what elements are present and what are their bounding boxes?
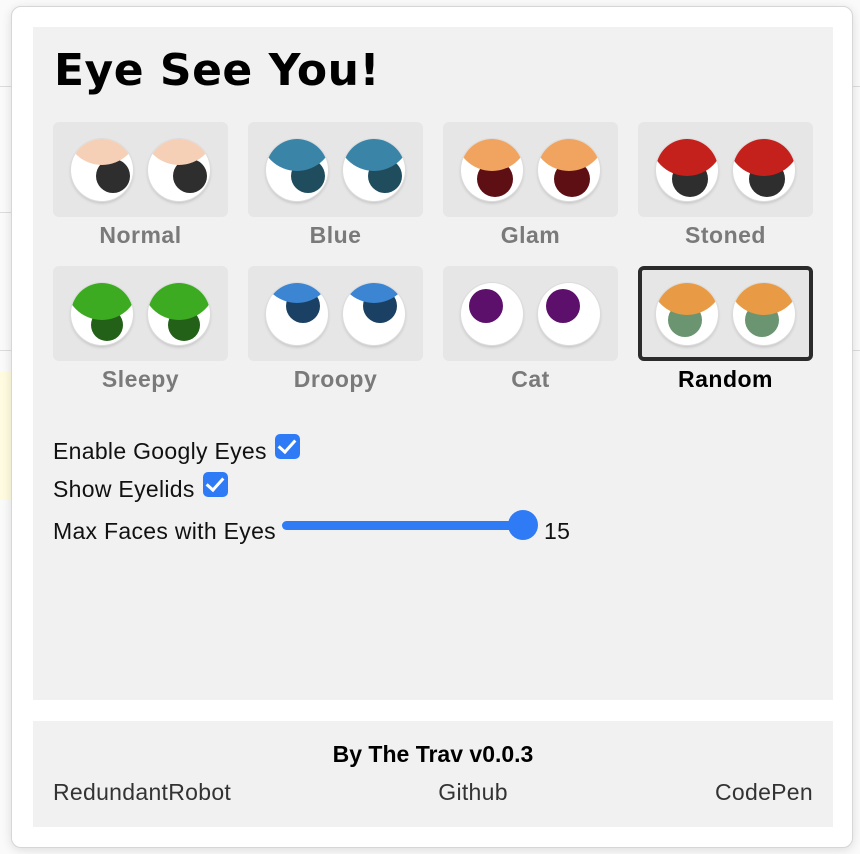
eye-icon xyxy=(266,282,328,345)
eye-style-label: Blue xyxy=(309,222,362,248)
eye-style-option-stoned[interactable]: Stoned xyxy=(638,122,813,253)
eye-icon xyxy=(656,282,718,345)
eye-style-label: Normal xyxy=(99,222,182,248)
googly-eyes-checkbox[interactable] xyxy=(274,433,300,459)
page-title: Eye See You! xyxy=(54,45,381,96)
codepen-link[interactable]: CodePen xyxy=(715,779,813,806)
eye-preview xyxy=(248,122,423,217)
checkmark-icon xyxy=(277,434,297,454)
eye-preview xyxy=(443,122,618,217)
checkmark-icon xyxy=(205,472,225,492)
eye-preview xyxy=(638,266,813,361)
eye-style-label: Cat xyxy=(511,366,550,392)
eyelid-icon xyxy=(148,138,210,165)
pupil-icon xyxy=(469,288,503,323)
eyelid-icon xyxy=(71,282,133,320)
max-faces-setting: Max Faces with Eyes 15 xyxy=(53,510,571,550)
eye-preview xyxy=(53,122,228,217)
eyelids-label: Show Eyelids xyxy=(53,475,195,502)
eye-icon xyxy=(343,282,405,345)
eye-style-option-sleepy[interactable]: Sleepy xyxy=(53,266,228,397)
eye-style-option-glam[interactable]: Glam xyxy=(443,122,618,253)
eye-style-label: Glam xyxy=(500,222,561,248)
redundantrobot-link[interactable]: RedundantRobot xyxy=(53,779,231,806)
eyelid-icon xyxy=(461,138,523,171)
eye-style-label: Stoned xyxy=(685,222,766,248)
eye-style-label: Droopy xyxy=(293,366,378,392)
eyelid-icon xyxy=(538,138,600,171)
eyelid-icon xyxy=(148,282,210,320)
background-divider xyxy=(852,350,860,351)
eye-icon xyxy=(71,282,133,345)
main-panel: Eye See You! Normal Blue Glam Stoned Sleepy D… xyxy=(33,27,833,700)
github-link[interactable]: Github xyxy=(438,779,508,806)
eye-icon xyxy=(71,138,133,201)
eyelids-checkbox[interactable] xyxy=(202,471,228,497)
slider-thumb[interactable] xyxy=(508,510,538,540)
eyelid-icon xyxy=(733,282,795,315)
background-divider xyxy=(852,86,860,87)
eyelid-icon xyxy=(733,138,795,176)
eye-style-label: Sleepy xyxy=(101,366,180,392)
max-faces-label: Max Faces with Eyes xyxy=(53,517,276,544)
slider-track xyxy=(282,521,536,530)
eye-style-grid: Normal Blue Glam Stoned Sleepy Droopy Cat Rando… xyxy=(53,122,813,397)
extension-popup: Eye See You! Normal Blue Glam Stoned Sleepy D… xyxy=(11,6,853,848)
eye-icon xyxy=(461,282,523,345)
settings-section: Enable Googly Eyes Show Eyelids Max Face… xyxy=(53,432,570,550)
eyelid-icon xyxy=(656,138,718,176)
eye-preview xyxy=(53,266,228,361)
eye-icon xyxy=(461,138,523,201)
eye-style-option-random[interactable]: Random xyxy=(638,266,813,397)
eye-style-label: Random xyxy=(678,366,773,392)
googly-eyes-setting: Enable Googly Eyes xyxy=(53,432,570,470)
eye-style-option-normal[interactable]: Normal xyxy=(53,122,228,253)
max-faces-value: 15 xyxy=(544,517,571,544)
eye-icon xyxy=(733,282,795,345)
eye-icon xyxy=(266,138,328,201)
eye-icon xyxy=(538,282,600,345)
eye-icon xyxy=(343,138,405,201)
footer: By The Trav v0.0.3 RedundantRobot Github… xyxy=(33,721,833,827)
googly-eyes-label: Enable Googly Eyes xyxy=(53,437,267,464)
eye-icon xyxy=(148,282,210,345)
eye-icon xyxy=(538,138,600,201)
footer-links: RedundantRobot Github CodePen xyxy=(53,779,813,806)
eye-icon xyxy=(656,138,718,201)
eye-preview xyxy=(443,266,618,361)
eye-style-option-cat[interactable]: Cat xyxy=(443,266,618,397)
pupil-icon xyxy=(546,288,580,323)
eye-icon xyxy=(148,138,210,201)
eye-style-option-droopy[interactable]: Droopy xyxy=(248,266,423,397)
eye-preview xyxy=(248,266,423,361)
eyelid-icon xyxy=(656,282,718,315)
eye-style-option-blue[interactable]: Blue xyxy=(248,122,423,253)
footer-title: By The Trav v0.0.3 xyxy=(332,741,534,767)
eye-icon xyxy=(733,138,795,201)
max-faces-slider[interactable] xyxy=(280,510,538,540)
eye-preview xyxy=(638,122,813,217)
eyelid-icon xyxy=(71,138,133,165)
eyelids-setting: Show Eyelids xyxy=(53,470,570,508)
